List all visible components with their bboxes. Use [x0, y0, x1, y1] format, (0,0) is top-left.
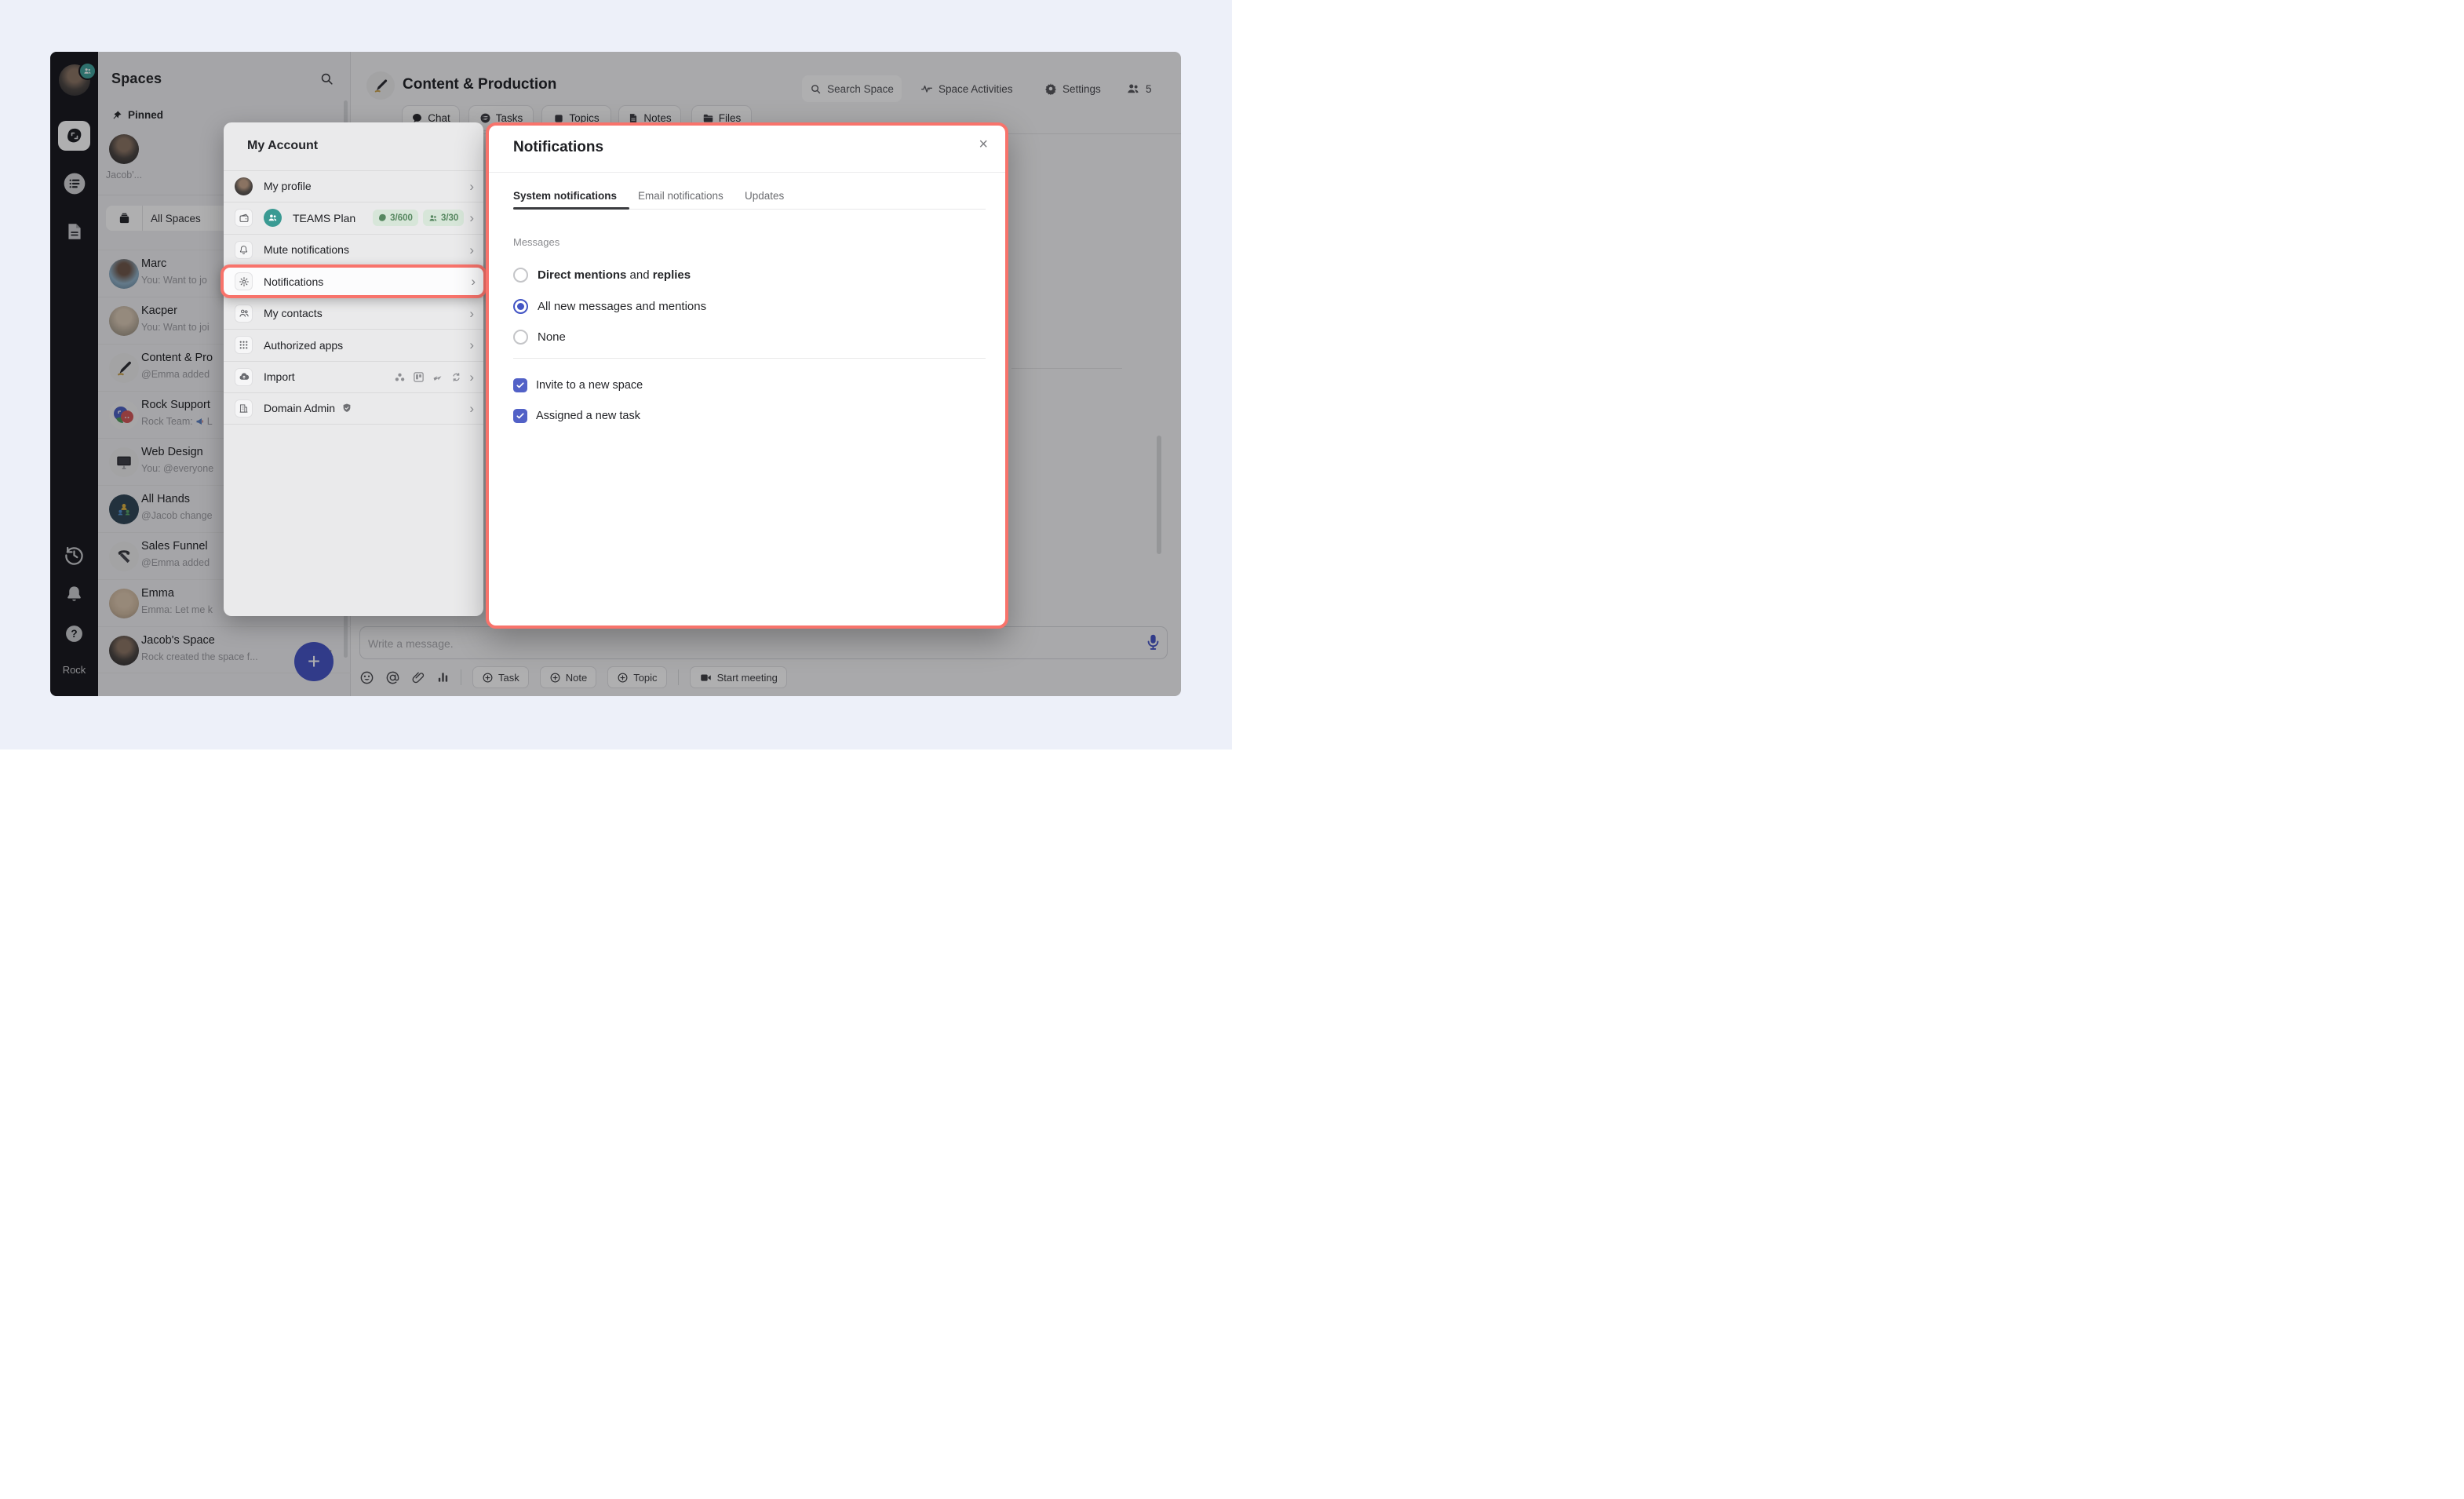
menu-item-my-contacts[interactable]: My contacts › — [224, 297, 483, 330]
chevron-right-icon: › — [469, 307, 474, 320]
menu-label: Authorized apps — [264, 339, 343, 352]
cloud-upload-icon — [235, 368, 253, 386]
contacts-icon — [235, 305, 253, 323]
divider — [513, 358, 986, 359]
building-icon — [235, 399, 253, 418]
checkbox-invite-new-space[interactable]: Invite to a new space — [513, 378, 643, 392]
chevron-right-icon: › — [469, 180, 474, 193]
messages-quota-badge: 3/600 — [373, 210, 418, 226]
menu-label: My contacts — [264, 307, 323, 319]
shield-check-icon — [341, 403, 352, 414]
modal-title: Notifications — [513, 139, 603, 156]
radio-direct-mentions[interactable]: Direct mentions and replies — [513, 268, 691, 283]
notifications-modal: Notifications × System notifications Ema… — [486, 122, 1008, 629]
menu-item-mute-notifications[interactable]: Mute notifications › — [224, 234, 483, 266]
radio-label: All new messages and mentions — [538, 300, 706, 313]
radio-label: None — [538, 330, 566, 344]
menu-label: TEAMS Plan — [293, 212, 355, 224]
radio-icon-selected — [513, 299, 528, 314]
chevron-right-icon: › — [471, 275, 476, 288]
menu-item-notifications[interactable]: Notifications › — [221, 264, 487, 298]
radio-label: Direct mentions and replies — [538, 268, 691, 282]
my-account-panel: My Account My profile › TEAMS Plan 3/600… — [224, 122, 483, 616]
checkbox-label: Invite to a new space — [536, 379, 643, 392]
checkbox-checked-icon — [513, 378, 527, 392]
tab-system-notifications[interactable]: System notifications — [513, 190, 617, 202]
chevron-right-icon: › — [469, 211, 474, 224]
radio-all-new-messages[interactable]: All new messages and mentions — [513, 299, 706, 314]
rock-coin-icon — [378, 213, 387, 222]
checkbox-assigned-new-task[interactable]: Assigned a new task — [513, 409, 640, 423]
chevron-right-icon: › — [469, 402, 474, 415]
gear-icon — [235, 272, 253, 290]
my-account-title: My Account — [247, 139, 318, 153]
avatar — [235, 177, 253, 195]
radio-icon — [513, 268, 528, 283]
messages-section-label: Messages — [513, 236, 560, 248]
screen: ? Rock Spaces Pinned Jacob'... All Sp — [0, 0, 1232, 750]
import-sources — [394, 371, 462, 383]
close-icon[interactable]: × — [979, 137, 988, 152]
migrate-icon — [432, 371, 443, 383]
menu-label: Notifications — [264, 275, 323, 288]
tab-email-notifications[interactable]: Email notifications — [638, 190, 724, 202]
chevron-right-icon: › — [469, 370, 474, 384]
menu-item-my-profile[interactable]: My profile › — [224, 170, 483, 202]
wallet-icon — [235, 209, 253, 227]
sync-icon — [450, 371, 462, 383]
radio-none[interactable]: None — [513, 330, 566, 345]
team-plan-icon — [264, 209, 282, 227]
bell-icon — [235, 241, 253, 259]
checkbox-checked-icon — [513, 409, 527, 423]
checkbox-label: Assigned a new task — [536, 410, 640, 422]
chevron-right-icon: › — [469, 243, 474, 257]
tab-updates[interactable]: Updates — [745, 190, 784, 202]
menu-label: My profile — [264, 180, 312, 192]
trello-icon — [413, 371, 425, 383]
menu-item-authorized-apps[interactable]: Authorized apps › — [224, 329, 483, 361]
chevron-right-icon: › — [469, 338, 474, 352]
apps-grid-icon — [235, 336, 253, 354]
menu-label: Mute notifications — [264, 243, 349, 256]
active-tab-underline — [513, 207, 629, 210]
menu-label: Import — [264, 370, 295, 383]
radio-icon — [513, 330, 528, 345]
members-quota-badge: 3/30 — [423, 210, 464, 226]
menu-item-teams-plan[interactable]: TEAMS Plan 3/600 3/30 › — [224, 202, 483, 234]
divider — [489, 172, 1005, 173]
asana-icon — [394, 371, 406, 383]
members-icon — [428, 213, 438, 223]
menu-label: Domain Admin — [264, 402, 335, 414]
menu-item-import[interactable]: Import › — [224, 361, 483, 393]
menu-item-domain-admin[interactable]: Domain Admin › — [224, 392, 483, 425]
